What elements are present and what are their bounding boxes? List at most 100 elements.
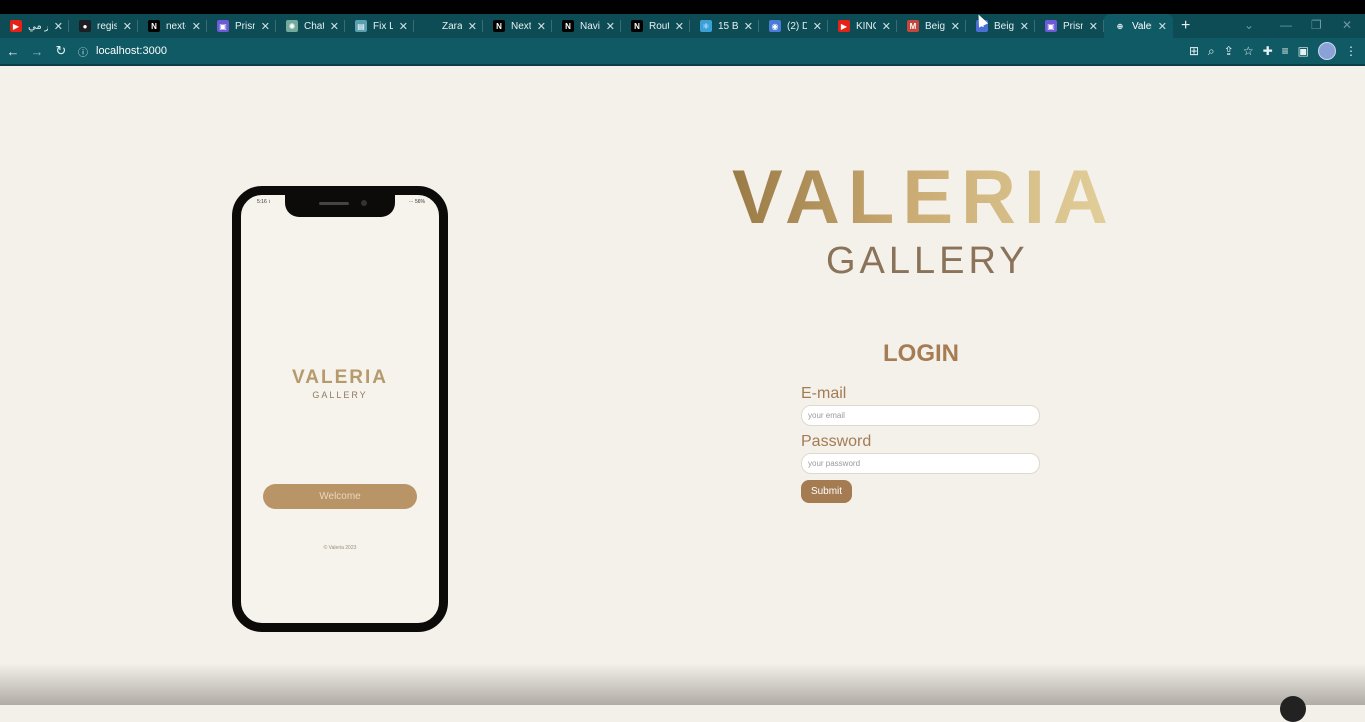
close-tab-icon[interactable]: ✕: [1089, 20, 1098, 33]
minimize-icon[interactable]: —: [1280, 14, 1292, 36]
close-tab-icon[interactable]: ✕: [192, 20, 201, 33]
address-bar: ← → ↻ ⓘ localhost:3000 ⊞ ⌕ ⇪ ☆ ✚ ≡ ▣ ⋮: [0, 38, 1365, 64]
share-icon[interactable]: ⇪: [1224, 44, 1234, 58]
close-tab-icon[interactable]: ✕: [951, 20, 960, 33]
site-info-icon[interactable]: ⓘ: [78, 44, 88, 59]
menu-icon[interactable]: ⋮: [1345, 44, 1357, 58]
phone-logo-sub: GALLERY: [312, 390, 368, 400]
tab-3[interactable]: Nnext- ✕: [138, 14, 207, 38]
phone-welcome-button: Welcome: [263, 484, 417, 509]
nextjs-icon: N: [493, 20, 505, 32]
bottom-shadow: [0, 663, 1365, 705]
close-tab-icon[interactable]: ✕: [399, 20, 408, 33]
tab-12[interactable]: ◉ (2) Dr ✕: [759, 14, 828, 38]
tab-2[interactable]: ● regist ✕: [69, 14, 138, 38]
top-strip: [0, 0, 1365, 14]
page-content: [0, 66, 1365, 705]
phone-mockup: 5:16 ۱ ⋯ 56% VALERIA GALLERY Welcome © V…: [232, 186, 448, 632]
react-icon: ⚛: [700, 20, 712, 32]
close-window-icon[interactable]: ✕: [1342, 14, 1352, 36]
page-icon: ▤: [355, 20, 367, 32]
gmail-icon: M: [907, 20, 919, 32]
close-tab-icon[interactable]: ✕: [1020, 20, 1029, 33]
tab-label: (2) Dr: [787, 20, 807, 32]
password-label: Password: [801, 433, 872, 450]
bookmark-star-icon[interactable]: ☆: [1243, 44, 1254, 58]
chatgpt-icon: ✺: [286, 20, 298, 32]
extensions-icon[interactable]: ✚: [1263, 44, 1273, 58]
zoom-icon[interactable]: ⌕: [1208, 44, 1215, 59]
blank-icon: [424, 20, 436, 32]
password-field[interactable]: [801, 453, 1040, 474]
tab-label: next-: [166, 20, 186, 32]
close-tab-icon[interactable]: ✕: [882, 20, 891, 33]
tab-16[interactable]: ▣ Prism ✕: [1035, 14, 1104, 38]
close-tab-icon[interactable]: ✕: [123, 20, 132, 33]
prisma-icon: ▣: [217, 20, 229, 32]
tab-1[interactable]: ▶ نور مي ✕: [0, 14, 69, 38]
tab-13[interactable]: ▶ KING ✕: [828, 14, 897, 38]
tab-17[interactable]: ⊕ Valeri ✕: [1104, 14, 1173, 38]
forward-icon[interactable]: →: [26, 40, 48, 62]
tab-9[interactable]: N Navig ✕: [552, 14, 621, 38]
brand-subtitle: GALLERY: [826, 240, 1029, 282]
url-text: localhost:3000: [96, 45, 167, 57]
close-tab-icon[interactable]: ✕: [606, 20, 615, 33]
tab-4[interactable]: ▣ Prism ✕: [207, 14, 276, 38]
close-tab-icon[interactable]: ✕: [261, 20, 270, 33]
tab-10[interactable]: N Routi ✕: [621, 14, 690, 38]
avatar[interactable]: [1318, 42, 1336, 60]
tab-label: Prism: [1063, 20, 1083, 32]
new-tab-icon[interactable]: +: [1181, 17, 1190, 35]
tab-label: KING: [856, 20, 876, 32]
url-field[interactable]: ⓘ localhost:3000: [78, 41, 1138, 61]
tab-label: Prism: [235, 20, 255, 32]
close-tab-icon[interactable]: ✕: [468, 20, 477, 33]
phone-footer: © Valeria 2023: [323, 545, 357, 551]
media-icon[interactable]: ≡: [1282, 44, 1289, 58]
tab-label: Beige: [925, 20, 945, 32]
tab-label: Beige: [994, 20, 1014, 32]
globe-icon: ⊕: [1114, 20, 1126, 32]
tab-label: Next.j: [511, 20, 531, 32]
submit-button[interactable]: Submit: [801, 480, 852, 503]
tab-6[interactable]: ▤ Fix Lin ✕: [345, 14, 414, 38]
login-title: LOGIN: [883, 340, 959, 367]
tab-5[interactable]: ✺ ChatG ✕: [276, 14, 345, 38]
close-tab-icon[interactable]: ✕: [537, 20, 546, 33]
tab-8[interactable]: N Next.j ✕: [483, 14, 552, 38]
youtube-icon: ▶: [10, 20, 22, 32]
close-tab-icon[interactable]: ✕: [330, 20, 339, 33]
phone-notch: [285, 193, 395, 217]
brand-logo: VALERIA: [732, 155, 1116, 240]
tab-7[interactable]: Zarall ✕: [414, 14, 483, 38]
close-tab-icon[interactable]: ✕: [54, 20, 63, 33]
tab-label: نور مي: [28, 20, 48, 32]
tab-label: Valeri: [1132, 20, 1152, 32]
phone-logo: VALERIA: [292, 367, 388, 388]
tab-label: Zarall: [442, 20, 462, 32]
chrome-icon: ◉: [769, 20, 781, 32]
tab-search-icon[interactable]: ⌄: [1244, 14, 1254, 36]
phone-status-left: 5:16 ۱: [257, 199, 271, 205]
close-tab-icon[interactable]: ✕: [813, 20, 822, 33]
tab-11[interactable]: ⚛ 15 Be ✕: [690, 14, 759, 38]
reload-icon[interactable]: ↻: [50, 40, 72, 62]
translate-icon[interactable]: ⊞: [1189, 44, 1199, 58]
close-tab-icon[interactable]: ✕: [744, 20, 753, 33]
github-icon: ●: [79, 20, 91, 32]
restore-icon[interactable]: ❐: [1311, 14, 1322, 36]
tab-14[interactable]: M Beige ✕: [897, 14, 966, 38]
nextjs-icon: N: [631, 20, 643, 32]
nextjs-icon: N: [148, 20, 160, 32]
email-field[interactable]: [801, 405, 1040, 426]
close-tab-icon[interactable]: ✕: [1158, 20, 1167, 33]
close-tab-icon[interactable]: ✕: [675, 20, 684, 33]
tab-label: 15 Be: [718, 20, 738, 32]
side-panel-icon[interactable]: ▣: [1298, 44, 1309, 58]
tab-label: Fix Lin: [373, 20, 393, 32]
email-label: E-mail: [801, 385, 847, 402]
tab-label: Navig: [580, 20, 600, 32]
back-icon[interactable]: ←: [2, 40, 24, 62]
corner-widget[interactable]: [1280, 696, 1306, 722]
